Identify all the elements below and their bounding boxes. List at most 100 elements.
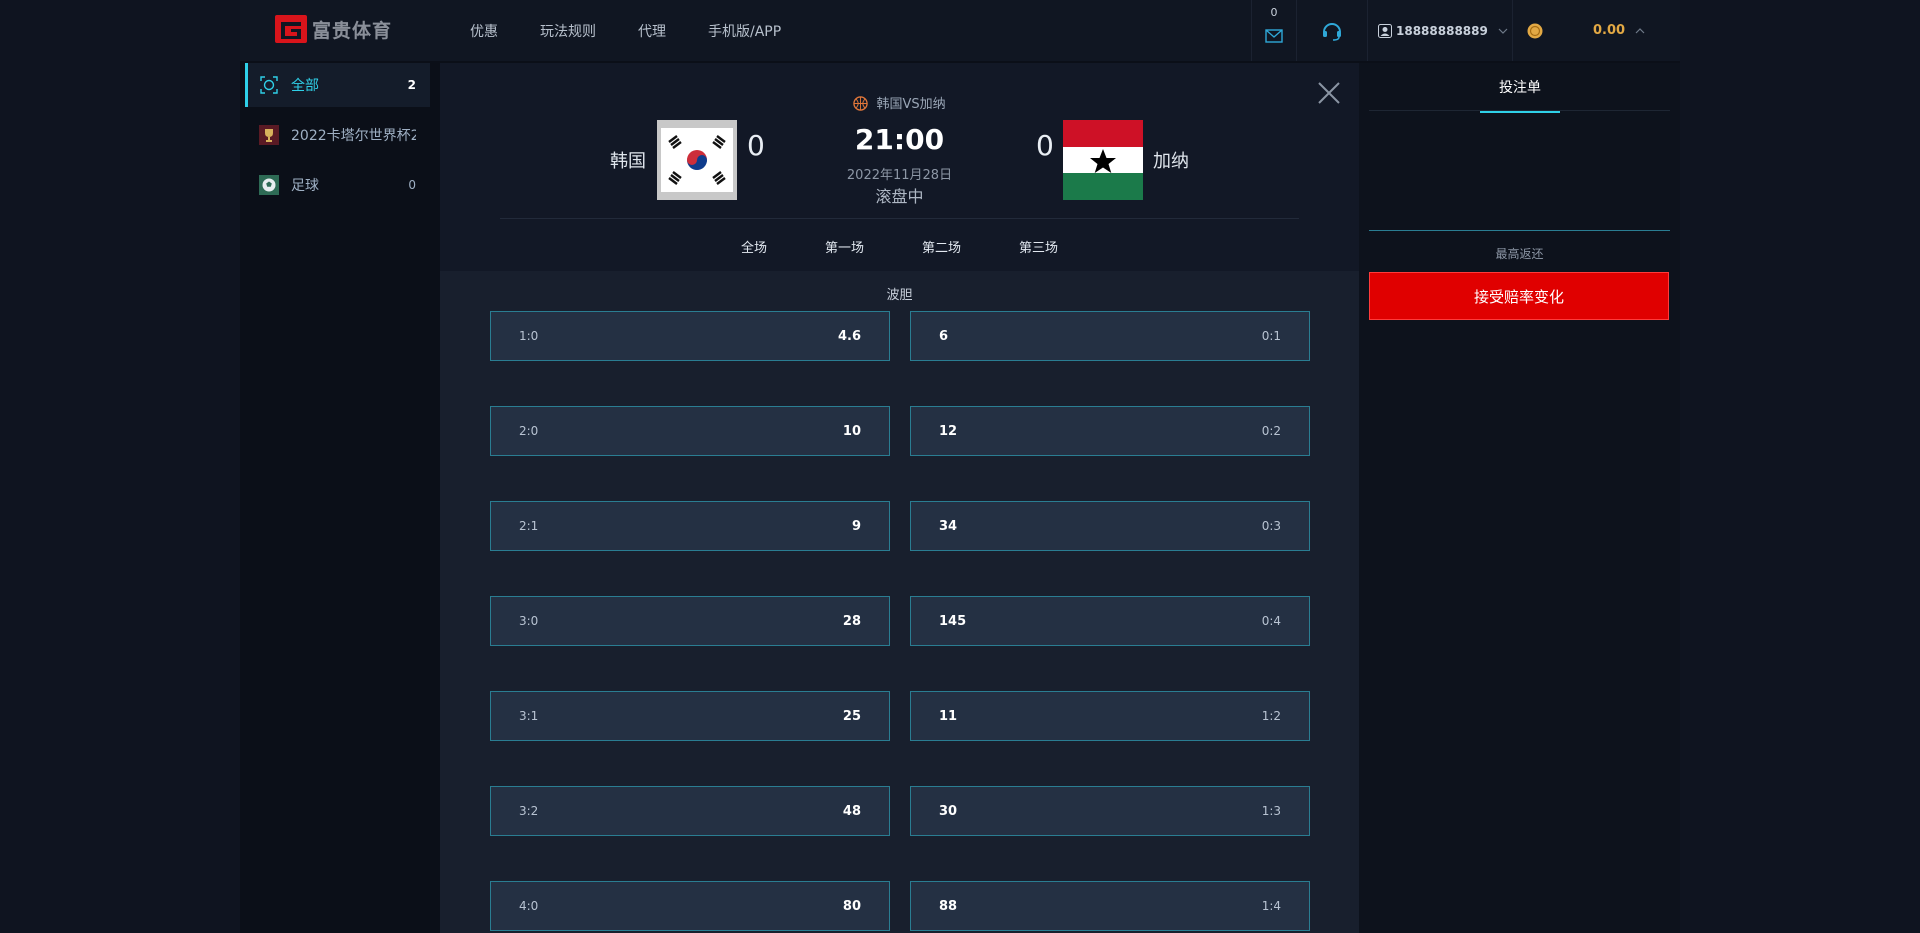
slip-divider	[1369, 110, 1670, 111]
trophy-icon	[259, 125, 279, 145]
nav-rules[interactable]: 玩法规则	[540, 21, 596, 41]
tab-full-match[interactable]: 全场	[741, 237, 767, 256]
tab-second-period[interactable]: 第二场	[922, 237, 961, 256]
odds-cell-away[interactable]: 12 0:2	[910, 406, 1310, 456]
sidebar-item-label: 足球	[291, 178, 319, 194]
ghana-flag-icon	[1063, 120, 1143, 200]
odds-value: 80	[842, 898, 861, 914]
score-label: 1:0	[519, 329, 539, 343]
odds-cell-home[interactable]: 2:0 10	[490, 406, 890, 456]
match-time: 21:00	[854, 123, 945, 156]
logo-text: 富贵体育	[312, 19, 393, 42]
odds-value: 145	[939, 613, 967, 629]
match-title: 韩国VS加纳	[440, 93, 1359, 112]
top-header: 富贵体育 优惠 玩法规则 代理 手机版/APP 0 18888888889 0.…	[240, 0, 1680, 61]
match-title-text: 韩国VS加纳	[876, 97, 946, 112]
odds-cell-away[interactable]: 30 1:3	[910, 786, 1310, 836]
odds-value: 30	[939, 803, 958, 819]
score-label: 3:1	[519, 709, 539, 723]
sidebar-item-worldcup[interactable]: 2022卡塔尔世界杯2	[245, 113, 430, 157]
tab-first-period[interactable]: 第一场	[825, 237, 864, 256]
main-nav: 优惠 玩法规则 代理 手机版/APP	[470, 0, 823, 61]
market-title: 波胆	[886, 288, 913, 303]
match-header: 韩国VS加纳 韩国 0 21:00 2022年11月28日 滚盘中 0 加纳 全…	[440, 63, 1359, 271]
balance-menu[interactable]: 0.00	[1512, 0, 1680, 61]
odds-cell-home[interactable]: 3:1 25	[490, 691, 890, 741]
all-sports-icon	[259, 75, 279, 95]
odds-value: 10	[842, 423, 861, 439]
site-logo[interactable]: 富贵体育	[274, 14, 404, 44]
odds-value: 25	[842, 708, 861, 724]
match-detail-panel: 韩国VS加纳 韩国 0 21:00 2022年11月28日 滚盘中 0 加纳 全…	[440, 63, 1359, 933]
slip-divider-accent	[1369, 230, 1670, 231]
header-divider	[500, 218, 1299, 219]
odds-value: 48	[842, 803, 861, 819]
tab-third-period[interactable]: 第三场	[1019, 237, 1058, 256]
tab-bet-slip[interactable]: 投注单	[1480, 77, 1560, 113]
accept-odds-change-button[interactable]: 接受赔率变化	[1369, 272, 1669, 320]
football-icon	[259, 175, 279, 195]
nav-agent[interactable]: 代理	[638, 21, 666, 41]
balance-amount: 0.00	[1593, 23, 1626, 38]
odds-value: 6	[939, 328, 949, 344]
match-status: 滚盘中	[875, 187, 924, 206]
basketball-icon	[853, 96, 869, 111]
odds-cell-home[interactable]: 4:0 80	[490, 881, 890, 931]
away-team-name: 加纳	[1153, 151, 1189, 172]
odds-cell-home[interactable]: 1:0 4.6	[490, 311, 890, 361]
username: 18888888889	[1396, 23, 1488, 38]
odds-value: 4.6	[837, 328, 861, 344]
support-button[interactable]	[1296, 0, 1367, 61]
odds-cell-away[interactable]: 6 0:1	[910, 311, 1310, 361]
nav-promotions[interactable]: 优惠	[470, 21, 498, 41]
score-label: 0:2	[1261, 424, 1281, 438]
sidebar-item-all[interactable]: 全部 2	[245, 63, 430, 107]
sidebar-item-count: 0	[408, 178, 416, 192]
league-sidebar: 全部 2 2022卡塔尔世界杯2 足球 0	[245, 63, 430, 213]
user-menu[interactable]: 18888888889	[1367, 0, 1512, 61]
score-label: 1:4	[1261, 899, 1281, 913]
odds-cell-home[interactable]: 3:2 48	[490, 786, 890, 836]
correct-score-grid: 1:0 4.6 6 0:1 2:0 10 12 0:2 2:1 9 34 0:3 3:0 28 145 0:4…	[490, 311, 1310, 931]
match-date: 2022年11月28日	[846, 168, 953, 183]
mail-count: 0	[1270, 6, 1278, 19]
chevron-down-icon	[1498, 28, 1508, 34]
odds-cell-away[interactable]: 145 0:4	[910, 596, 1310, 646]
score-label: 0:3	[1261, 519, 1281, 533]
odds-value: 34	[939, 518, 958, 534]
sidebar-item-count: 2	[407, 78, 416, 92]
odds-value: 28	[842, 613, 861, 629]
odds-row: 2:1 9 34 0:3	[490, 501, 1310, 551]
odds-row: 4:0 80 88 1:4	[490, 881, 1310, 931]
user-icon	[1378, 23, 1392, 38]
period-tabs: 全场 第一场 第二场 第三场	[440, 237, 1359, 256]
odds-row: 3:2 48 30 1:3	[490, 786, 1310, 836]
odds-cell-away[interactable]: 11 1:2	[910, 691, 1310, 741]
chevron-up-icon	[1635, 27, 1645, 33]
odds-value: 9	[851, 518, 861, 534]
odds-value: 11	[939, 708, 958, 724]
mail-button[interactable]: 0	[1251, 0, 1296, 61]
odds-cell-home[interactable]: 3:0 28	[490, 596, 890, 646]
odds-value: 88	[939, 898, 958, 914]
odds-row: 2:0 10 12 0:2	[490, 406, 1310, 456]
score-label: 2:1	[519, 519, 539, 533]
headset-icon	[1323, 22, 1341, 41]
odds-row: 3:0 28 145 0:4	[490, 596, 1310, 646]
score-label: 0:4	[1261, 614, 1281, 628]
max-return-label: 最高返还	[1495, 247, 1544, 261]
odds-cell-home[interactable]: 2:1 9	[490, 501, 890, 551]
score-label: 4:0	[519, 899, 539, 913]
sidebar-item-label: 2022卡塔尔世界杯2	[291, 128, 416, 144]
odds-cell-away[interactable]: 34 0:3	[910, 501, 1310, 551]
nav-mobile-app[interactable]: 手机版/APP	[708, 21, 781, 41]
sidebar-item-label: 全部	[291, 78, 319, 94]
coin-icon	[1527, 23, 1543, 38]
score-label: 1:3	[1261, 804, 1281, 818]
sidebar-item-football[interactable]: 足球 0	[245, 163, 430, 207]
logo-mark-icon	[275, 15, 307, 43]
mail-icon	[1265, 28, 1283, 43]
bet-slip-panel: 投注单 最高返还 接受赔率变化	[1359, 63, 1680, 933]
score-label: 0:1	[1261, 329, 1281, 343]
odds-cell-away[interactable]: 88 1:4	[910, 881, 1310, 931]
